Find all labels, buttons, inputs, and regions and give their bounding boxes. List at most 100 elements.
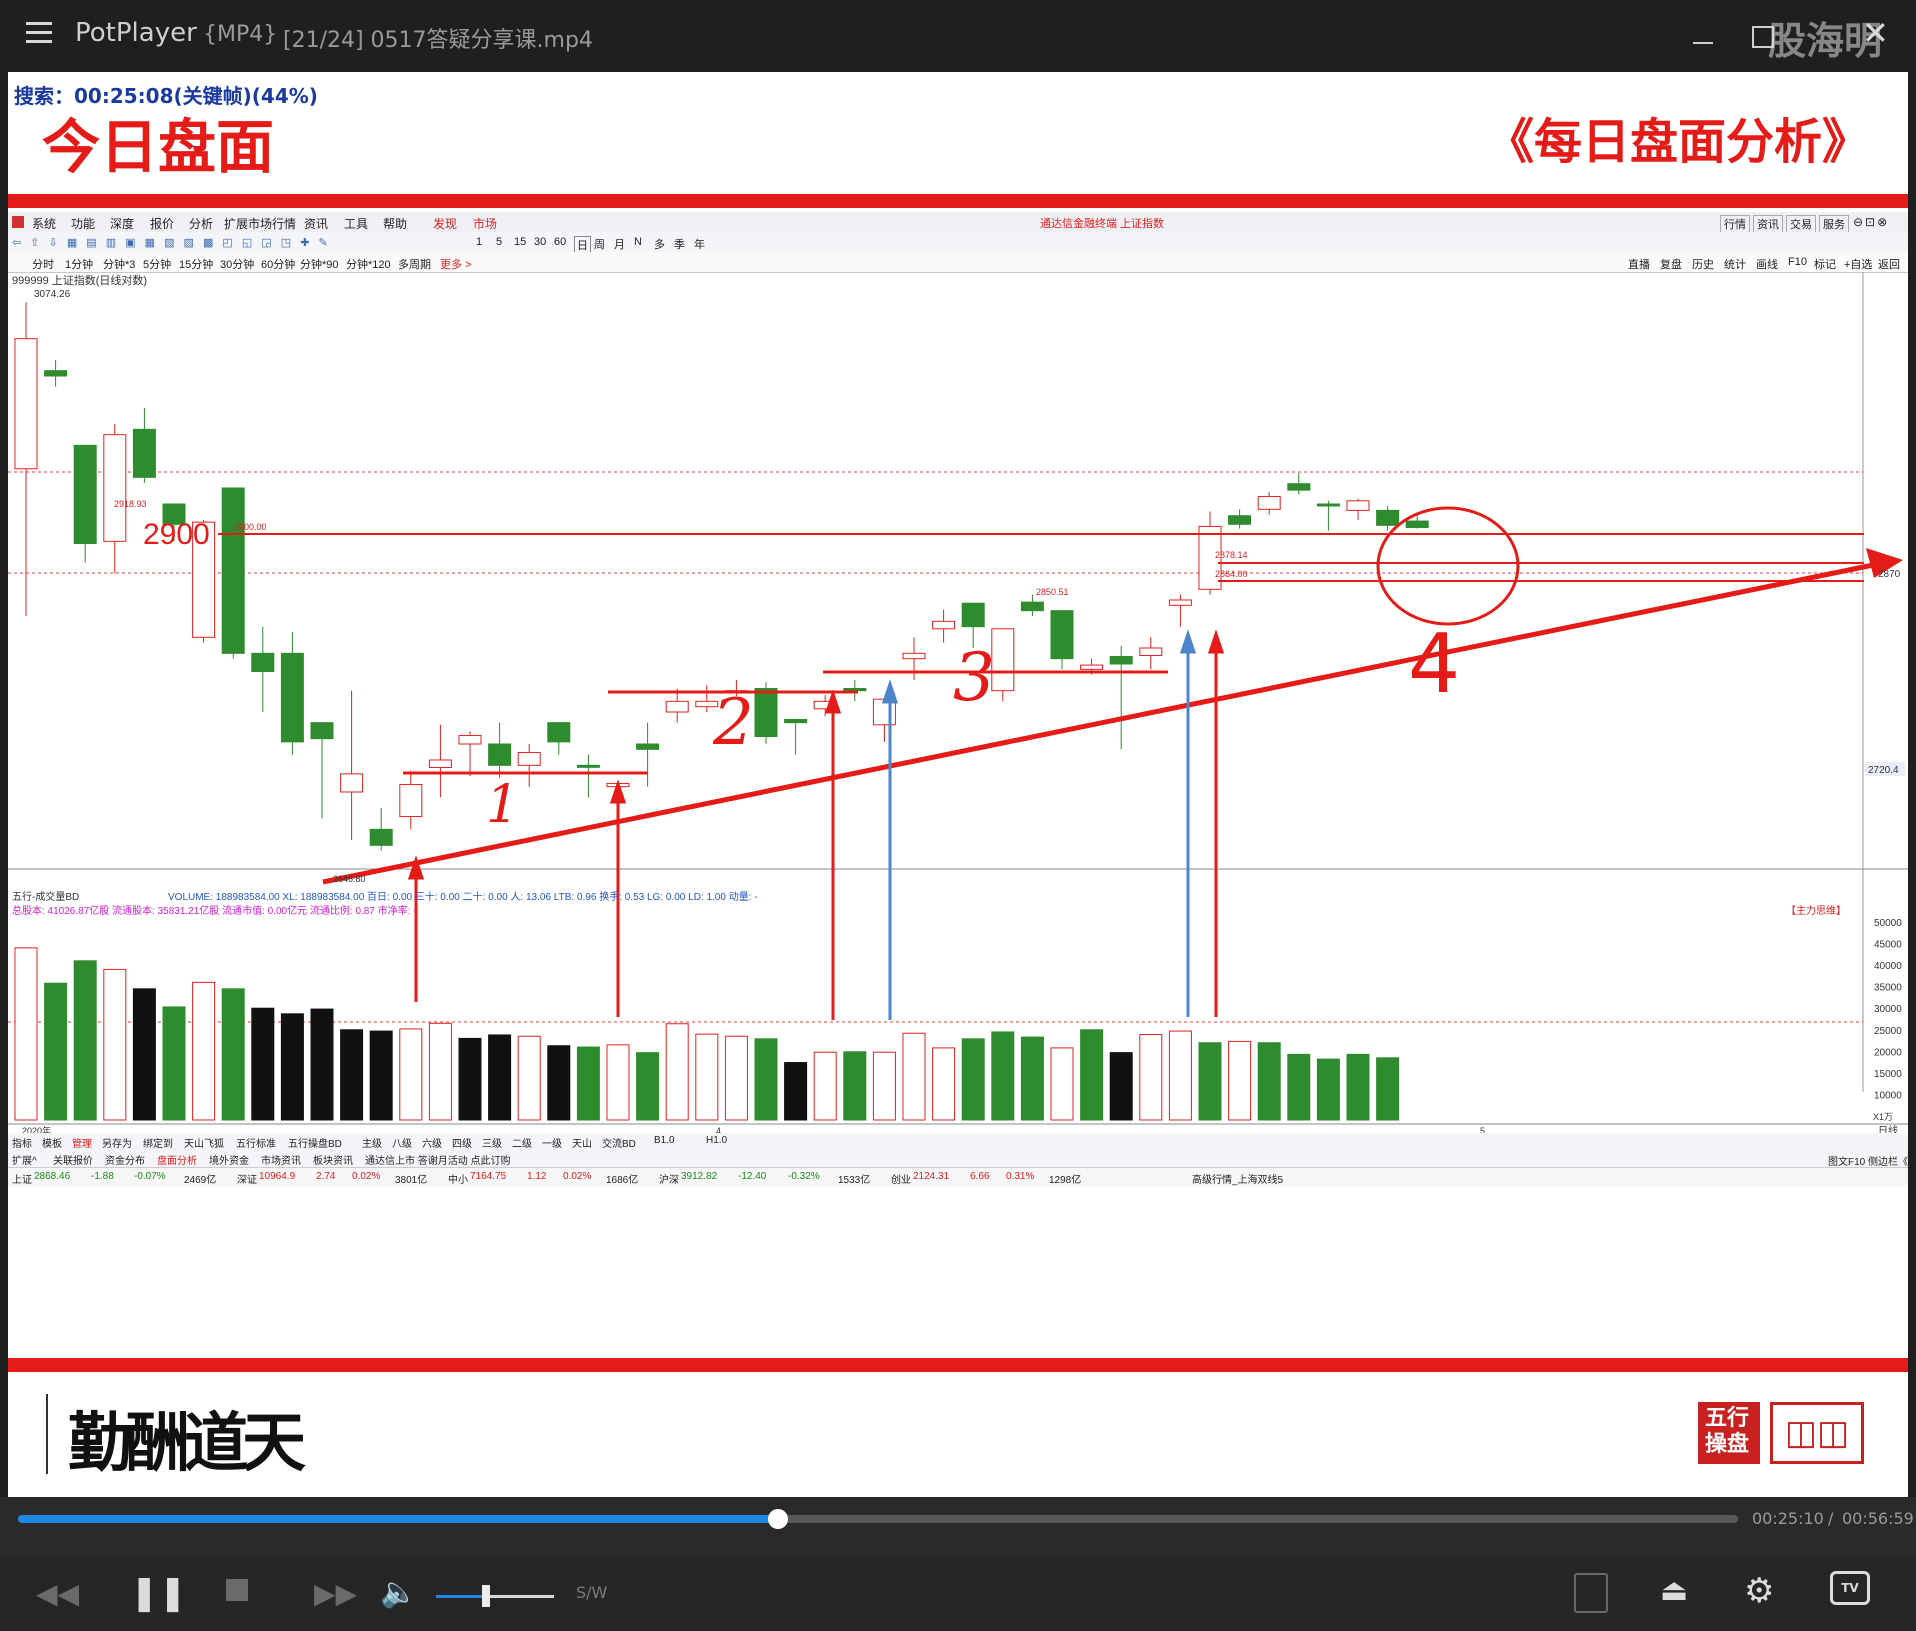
tab-history[interactable]: 历史 [1692,256,1714,272]
price-2878: 2878.14 [1215,550,1248,560]
tab-live[interactable]: 直播 [1628,256,1650,272]
hamburger-menu-icon[interactable] [26,20,52,46]
volume-slider[interactable] [436,1595,554,1598]
tab-back[interactable]: 返回 [1878,256,1900,272]
tab-more[interactable]: 更多 > [440,256,471,272]
tab-replay[interactable]: 复盘 [1660,256,1682,272]
volume-bar [1050,1047,1074,1121]
period-1[interactable]: 1 [476,236,482,248]
toolbar-icons[interactable]: ⇦ ⇧ ⇩ ▦ ▤ ▥ ▣ ▦ ▧ ▨ ▩ ◰ ◱ ◲ ◳ ✚ ✎ [12,236,331,249]
period-week[interactable]: 周 [594,236,605,252]
period-30[interactable]: 30 [534,236,546,248]
period-multi[interactable]: 多 [654,236,665,252]
tab-stats[interactable]: 统计 [1724,256,1746,272]
sw-label[interactable]: S/W [576,1583,607,1602]
tab-f10[interactable]: F10 [1788,256,1807,268]
volume-bar [340,1029,364,1121]
menu-item-market[interactable]: 市场 [473,215,497,232]
gear-icon[interactable]: ⚙ [1744,1571,1774,1611]
menu-item[interactable]: 功能 [71,215,95,232]
menu-item-discover[interactable]: 发现 [433,215,457,232]
indicator-tab[interactable]: 另存为 [102,1135,132,1150]
period-year[interactable]: 年 [694,236,705,252]
period-5[interactable]: 5 [496,236,502,248]
indicator-tab[interactable]: 通达信上市 答谢月活动 点此订购 [365,1152,511,1167]
candle-body [132,428,156,478]
seek-track[interactable] [18,1515,1738,1523]
window-buttons-icon[interactable]: ⊖⊡⊗ [1853,215,1889,229]
tab-120min[interactable]: 分钟*120 [346,256,391,272]
indicator-tab[interactable]: B1.0 [654,1135,675,1146]
indicator-tab[interactable]: 资金分布 [105,1152,145,1167]
volume-handle[interactable] [481,1585,490,1607]
period-60[interactable]: 60 [554,236,566,248]
tab-3min[interactable]: 分钟*3 [103,256,135,272]
time-separator: / [1828,1509,1834,1528]
playlist-icon[interactable] [1574,1573,1608,1613]
f10-sidebar[interactable]: 图文F10 侧边栏《 [1828,1153,1908,1168]
menu-item[interactable]: 系统 [32,215,56,232]
indicator-tab[interactable]: 五行操盘BD [288,1135,342,1150]
menu-item[interactable]: 深度 [110,215,134,232]
menu-item[interactable]: 帮助 [383,215,407,232]
right-menu-item[interactable]: 资讯 [1753,215,1783,233]
tab-watchlist[interactable]: +自选 [1844,256,1872,272]
tv-icon[interactable]: TV [1830,1571,1870,1605]
indicator-tab[interactable]: 盘面分析 [157,1152,197,1167]
forward-icon[interactable]: ▶▶ [314,1577,357,1610]
indicator-tab[interactable]: 境外资金 [209,1152,249,1167]
pause-icon[interactable]: ❚❚ [130,1573,187,1613]
indicator-tab[interactable]: 模板 [42,1135,62,1150]
tab-60min[interactable]: 60分钟 [261,256,295,272]
tab-draw[interactable]: 画线 [1756,256,1778,272]
indicator-tab[interactable]: 板块资讯 [313,1152,353,1167]
minimize-button[interactable] [1693,42,1713,44]
indicator-tab[interactable]: 八级 [392,1135,412,1150]
indicator-tab[interactable]: 关联报价 [53,1152,93,1167]
stop-icon[interactable] [226,1579,248,1601]
indicator-tab[interactable]: 五行标准 [236,1135,276,1150]
indicator-tab[interactable]: 三级 [482,1135,502,1150]
period-15[interactable]: 15 [514,236,526,248]
tab-fenshi[interactable]: 分时 [32,256,54,272]
period-month[interactable]: 月 [614,236,625,252]
right-menu-item[interactable]: 行情 [1720,215,1750,233]
tab-30min[interactable]: 30分钟 [220,256,254,272]
menu-item[interactable]: 资讯 [304,215,328,232]
indicator-tab[interactable]: 市场资讯 [261,1152,301,1167]
menu-item[interactable]: 报价 [150,215,174,232]
tab-5min[interactable]: 5分钟 [143,256,171,272]
tab-90min[interactable]: 分钟*90 [300,256,339,272]
indicator-tab[interactable]: 扩展^ [12,1152,37,1167]
indicator-tab[interactable]: 天山 [572,1135,592,1150]
tab-1min[interactable]: 1分钟 [65,256,93,272]
tab-multi[interactable]: 多周期 [398,256,431,272]
rewind-icon[interactable]: ◀◀ [36,1577,79,1610]
indicator-tab[interactable]: 天山飞狐 [184,1135,224,1150]
indicator-tab[interactable]: H1.0 [706,1135,727,1146]
status-percent: -0.32% [788,1171,820,1182]
seek-handle[interactable] [768,1509,789,1529]
speaker-icon[interactable]: 🔈 [380,1575,417,1610]
menu-item[interactable]: 扩展市场行情 [224,215,296,232]
period-quarter[interactable]: 季 [674,236,685,252]
eject-icon[interactable]: ⏏ [1660,1573,1688,1608]
period-n[interactable]: N [634,236,642,248]
tab-15min[interactable]: 15分钟 [179,256,213,272]
indicator-tab[interactable]: 交流BD [602,1135,636,1150]
status-feed-label: 高级行情_上海双线5 [1192,1175,1284,1186]
tab-mark[interactable]: 标记 [1814,256,1836,272]
menu-item[interactable]: 分析 [189,215,213,232]
indicator-tab[interactable]: 绑定到 [143,1135,173,1150]
indicator-tab[interactable]: 主级 [362,1135,382,1150]
volume-bar [1198,1042,1222,1121]
indicator-tab[interactable]: 六级 [422,1135,442,1150]
right-menu-item[interactable]: 交易 [1786,215,1816,233]
indicator-tab[interactable]: 管理 [72,1135,92,1150]
indicator-tab[interactable]: 四级 [452,1135,472,1150]
indicator-tab[interactable]: 指标 [12,1135,32,1150]
menu-item[interactable]: 工具 [344,215,368,232]
right-menu-item[interactable]: 服务 [1819,215,1849,233]
indicator-tab[interactable]: 二级 [512,1135,532,1150]
indicator-tab[interactable]: 一级 [542,1135,562,1150]
